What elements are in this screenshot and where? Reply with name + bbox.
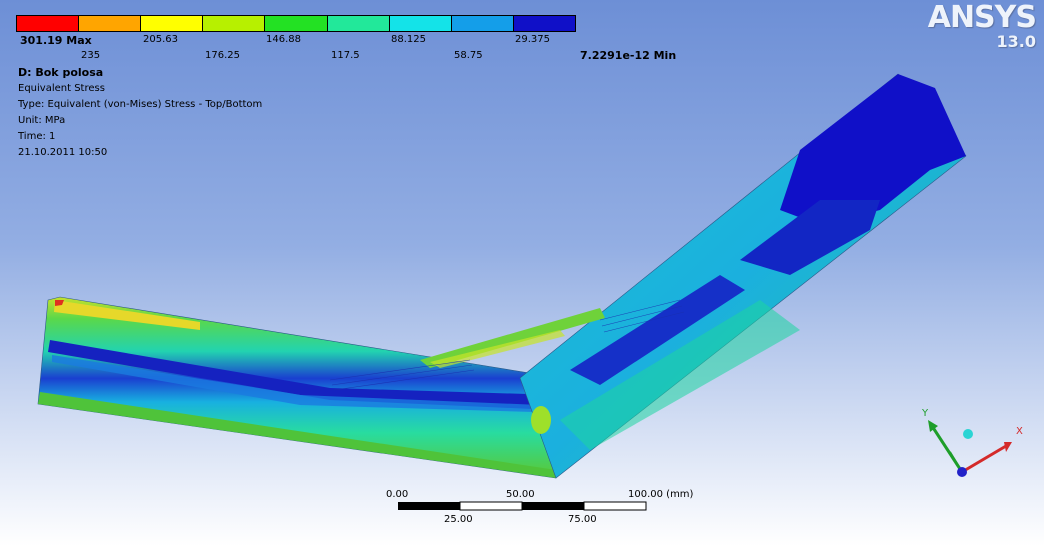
scale-label: 100.00 (mm) xyxy=(628,489,694,500)
axis-triad[interactable]: Y X xyxy=(912,402,1032,492)
axis-x-label: X xyxy=(1016,426,1023,437)
axis-y-label: Y xyxy=(921,408,929,419)
scale-label: 75.00 xyxy=(568,514,597,525)
scale-bar xyxy=(398,501,647,511)
scale-label: 25.00 xyxy=(444,514,473,525)
scale-label: 50.00 xyxy=(506,489,535,500)
scale-label: 0.00 xyxy=(386,489,409,500)
